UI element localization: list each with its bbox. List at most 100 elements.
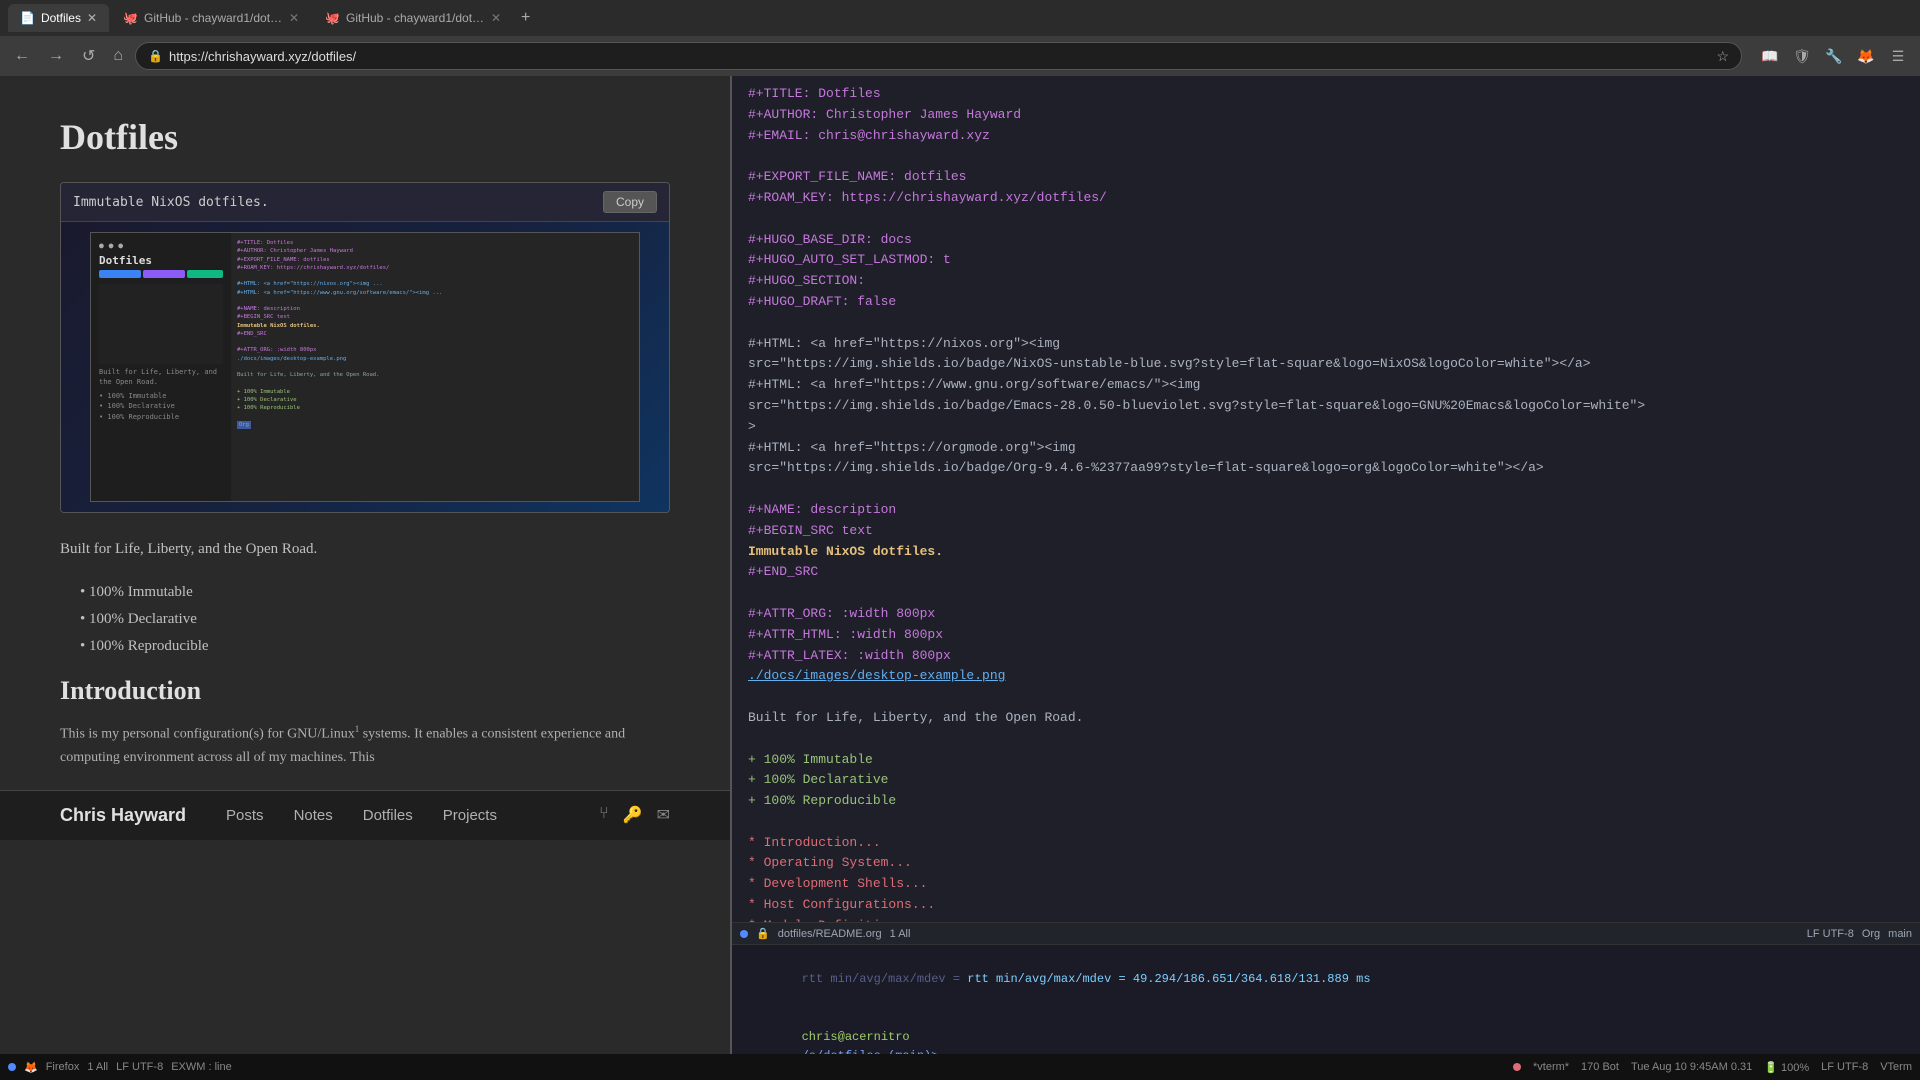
mini-code-line8: #+BEGIN_SRC text [237,313,633,321]
mini-code-line6: #+HTML: <a href="https://www.gnu.org/sof… [237,289,633,297]
home-button[interactable]: ⌂ [107,43,129,69]
editor-line-6: #+HUGO_BASE_DIR: docs [748,230,1904,251]
editor-line-8: #+HUGO_SECTION: [748,271,1904,292]
mini-code-line11: Built for Life, Liberty, and the Open Ro… [237,371,633,379]
status-left: 🔒 dotfiles/README.org 1 All [740,927,910,940]
system-datetime: Tue Aug 10 9:45AM 0.31 [1631,1061,1752,1073]
editor-line-empty3 [748,313,1904,334]
editor-line-empty5 [748,583,1904,604]
editor-line-5: #+ROAM_KEY: https://chrishayward.xyz/dot… [748,188,1904,209]
status-right: LF UTF-8 Org main [1807,928,1912,940]
site-nav-icons: ⑂ 🔑 ✉ [599,805,670,825]
bullet-item-3: 100% Reproducible [80,633,670,660]
editor-line-13: src="https://img.shields.io/badge/Emacs-… [748,396,1904,417]
system-browser: Firefox [46,1061,80,1073]
nav-projects[interactable]: Projects [443,807,497,824]
tab-label: Dotfiles [41,11,81,25]
status-branch: main [1888,928,1912,940]
mini-code-empty2 [237,297,633,305]
menu-button[interactable]: ☰ [1884,42,1912,70]
main-area: Dotfiles Immutable NixOS dotfiles. Copy … [0,76,1920,1054]
mini-code-plus1: + 100% Immutable [237,388,633,396]
nav-posts[interactable]: Posts [226,807,264,824]
nav-notes[interactable]: Notes [294,807,333,824]
extension1-button[interactable]: 🛡 [1788,42,1816,70]
system-count: 1 All [87,1061,108,1073]
system-vterm-label: *vterm* [1533,1061,1569,1073]
mini-code-plus2: + 100% Declarative [237,396,633,404]
mini-code-line1: #+TITLE: Dotfiles [237,239,633,247]
tab-github2[interactable]: 🐙 GitHub - chayward1/dotfi... ✕ [313,4,513,32]
bullet-item-2: 100% Declarative [80,606,670,633]
extension2-button[interactable]: 🔧 [1820,42,1848,70]
status-filename: dotfiles/README.org [778,928,882,940]
bullet-list: 100% Immutable 100% Declarative 100% Rep… [80,579,670,660]
mini-code-empty3 [237,338,633,346]
new-tab-button[interactable]: + [515,9,536,27]
tab-label2: GitHub - chayward1/dotfi... [144,11,283,25]
system-bar-left: 🦊 Firefox 1 All LF UTF-8 EXWM : line [8,1061,232,1074]
terminal-rtt-label: rtt min/avg/max/mdev = [802,972,968,986]
system-dot-1 [8,1063,16,1071]
mini-code-line10: #+ATTR_ORG: :width 800px [237,346,633,354]
system-browser-label: 🦊 [24,1061,38,1074]
editor-line-4: #+EXPORT_FILE_NAME: dotfiles [748,167,1904,188]
copy-button[interactable]: Copy [603,191,657,213]
mini-intro-text: Built for Life, Liberty, and the Open Ro… [99,368,223,388]
tab-close3[interactable]: ✕ [491,11,501,25]
nav-dotfiles[interactable]: Dotfiles [363,807,413,824]
intro-text-part1: This is my personal configuration(s) for… [60,726,355,741]
editor-line-18: #+BEGIN_SRC text [748,521,1904,542]
intro-title: Introduction [60,676,670,706]
system-mode: EXWM : line [171,1061,232,1073]
bookmark-icon[interactable]: ☆ [1716,48,1729,65]
mini-img-area [99,284,223,364]
tab-close2[interactable]: ✕ [289,11,299,25]
editor-line-11: src="https://img.shields.io/badge/NixOS-… [748,354,1904,375]
editor-line-7: #+HUGO_AUTO_SET_LASTMOD: t [748,250,1904,271]
page-title: Dotfiles [60,116,670,158]
editor-line-9: #+HUGO_DRAFT: false [748,292,1904,313]
system-bar: 🦊 Firefox 1 All LF UTF-8 EXWM : line *vt… [0,1054,1920,1080]
mini-code-plus3: + 100% Reproducible [237,404,633,412]
mini-browser-bar: ● ● ● [99,241,223,250]
tab-dotfiles[interactable]: 📄 Dotfiles ✕ [8,4,109,32]
nav-bar: ← → ↺ ⌂ 🔒 https://chrishayward.xyz/dotfi… [0,36,1920,76]
tab-close[interactable]: ✕ [87,11,97,25]
extension3-button[interactable]: 🦊 [1852,42,1880,70]
terminal: rtt min/avg/max/mdev = rtt min/avg/max/m… [732,944,1920,1054]
mini-badge-emacs [143,270,185,278]
mini-code-empty4 [237,363,633,371]
editor-line-10: #+HTML: <a href="https://nixos.org"><img [748,334,1904,355]
status-lock: 🔒 [756,927,770,940]
keybase-icon[interactable]: 🔑 [623,805,643,825]
editor-line-link[interactable]: ./docs/images/desktop-example.png [748,666,1904,687]
editor-line-star3: * Development Shells... [748,874,1904,895]
github-icon[interactable]: ⑂ [599,805,609,825]
email-icon[interactable]: ✉ [657,805,670,825]
mini-bullets: • 100% Immutable• 100% Declarative• 100%… [99,391,223,423]
refresh-button[interactable]: ↺ [76,42,101,70]
editor-line-plus1: + 100% Immutable [748,750,1904,771]
address-bar[interactable]: 🔒 https://chrishayward.xyz/dotfiles/ ☆ [135,42,1742,70]
system-battery: 🔋 100% [1764,1061,1809,1074]
reader-mode-button[interactable]: 📖 [1756,42,1784,70]
mini-code-line3: #+EXPORT_FILE_NAME: dotfiles [237,256,633,264]
forward-button[interactable]: → [42,43,70,69]
editor-line-14: > [748,417,1904,438]
editor-line-17: #+NAME: description [748,500,1904,521]
editor-line-19: #+END_SRC [748,562,1904,583]
screenshot-box: Immutable NixOS dotfiles. Copy ● ● ● Dot… [60,182,670,513]
site-footer: Chris Hayward Posts Notes Dotfiles Proje… [0,790,730,840]
editor-line-empty7 [748,729,1904,750]
back-button[interactable]: ← [8,43,36,69]
status-encoding: LF UTF-8 [1807,928,1854,940]
mini-badges [99,270,223,278]
editor-line-star4: * Host Configurations... [748,895,1904,916]
system-dot-2 [1513,1063,1521,1071]
tab-github1[interactable]: 🐙 GitHub - chayward1/dotfi... ✕ [111,4,311,32]
terminal-rtt-values: rtt min/avg/max/mdev = 49.294/186.651/36… [967,972,1370,986]
editor-status-bar: 🔒 dotfiles/README.org 1 All LF UTF-8 Org… [732,922,1920,944]
site-name: Chris Hayward [60,805,186,826]
editor-line-plus3: + 100% Reproducible [748,791,1904,812]
